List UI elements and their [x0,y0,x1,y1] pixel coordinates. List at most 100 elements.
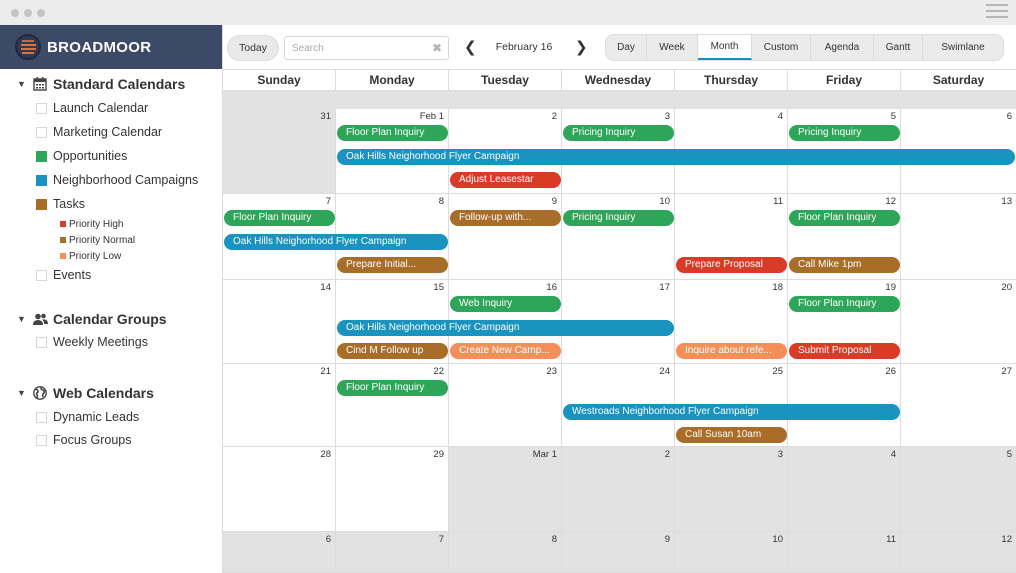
day-number[interactable]: 12 [885,196,896,207]
day-cell[interactable]: 7 [336,532,449,572]
day-number[interactable]: 5 [891,111,896,122]
day-number[interactable]: 23 [546,366,557,377]
day-cell[interactable]: 29 [336,447,449,531]
day-number[interactable]: 28 [320,449,331,460]
day-cell[interactable]: 6 [223,532,336,572]
day-cell[interactable]: 21 [223,364,336,446]
calendar-item-opportunities[interactable]: Opportunities [0,144,223,168]
day-cell[interactable]: 9 [449,194,562,279]
event-priority-normal[interactable]: Follow-up with... [450,210,561,226]
event-opportunities[interactable]: Web Inquiry [450,296,561,312]
checkbox[interactable] [36,411,47,423]
color-swatch[interactable] [36,150,47,162]
priority-item-priority-high[interactable]: Priority High [0,216,223,232]
event-opportunities[interactable]: Pricing Inquiry [563,210,674,226]
event-priority-normal[interactable]: Call Mike 1pm [789,257,900,273]
previous-icon[interactable]: ❮ [464,38,477,56]
event-opportunities[interactable]: Floor Plan Inquiry [789,210,900,226]
event-opportunities[interactable]: Pricing Inquiry [789,125,900,141]
day-number[interactable]: 14 [320,282,331,293]
day-number[interactable]: 2 [552,111,557,122]
event-opportunities[interactable]: Pricing Inquiry [563,125,674,141]
day-number[interactable]: 26 [885,366,896,377]
next-icon[interactable]: ❯ [575,38,588,56]
day-cell[interactable]: 10 [675,532,788,572]
day-number[interactable]: 7 [439,534,444,545]
event-priority-normal[interactable]: Cind M Follow up [337,343,448,359]
day-number[interactable]: 29 [433,449,444,460]
day-number[interactable]: Mar 1 [533,449,557,460]
day-number[interactable]: 3 [665,111,670,122]
view-tab-gantt[interactable]: Gantt [874,35,923,60]
view-tab-week[interactable]: Week [647,35,698,60]
event-opportunities[interactable]: Floor Plan Inquiry [224,210,335,226]
day-cell[interactable]: 22 [336,364,449,446]
event-opportunities[interactable]: Floor Plan Inquiry [337,380,448,396]
day-number[interactable]: Feb 1 [420,111,444,122]
day-cell[interactable]: 2 [562,447,675,531]
web-calendar-item-dynamic-leads[interactable]: Dynamic Leads [0,405,223,429]
event-campaigns[interactable]: Westroads Neighborhood Flyer Campaign [563,404,900,420]
day-cell[interactable]: 11 [788,532,901,572]
day-number[interactable]: 6 [1007,111,1012,122]
event-priority-low[interactable]: Create New Camp... [450,343,561,359]
day-cell[interactable]: 27 [901,364,1016,446]
day-cell[interactable]: 31 [223,109,336,193]
color-swatch[interactable] [36,198,47,210]
day-cell[interactable]: 10 [562,194,675,279]
day-number[interactable]: 13 [1001,196,1012,207]
day-number[interactable]: 4 [891,449,896,460]
collapse-caret-icon[interactable]: ▼ [17,314,27,324]
day-number[interactable]: 20 [1001,282,1012,293]
day-number[interactable]: 10 [772,534,783,545]
calendar-item-events[interactable]: Events [0,264,223,286]
day-number[interactable]: 16 [546,282,557,293]
window-dot-icon[interactable] [11,9,19,17]
search-input[interactable] [285,37,425,59]
day-number[interactable]: 10 [659,196,670,207]
day-number[interactable]: 9 [665,534,670,545]
day-cell[interactable]: 23 [449,364,562,446]
event-priority-normal[interactable]: Prepare Initial... [337,257,448,273]
day-cell[interactable]: 5 [901,447,1016,531]
day-cell[interactable]: 20 [901,280,1016,363]
event-opportunities[interactable]: Floor Plan Inquiry [337,125,448,141]
event-priority-low[interactable]: Inquire about refe... [676,343,787,359]
checkbox[interactable] [36,336,47,348]
day-cell[interactable]: 3 [675,447,788,531]
day-cell[interactable]: Mar 1 [449,447,562,531]
day-number[interactable]: 12 [1001,534,1012,545]
checkbox[interactable] [36,102,47,114]
view-tab-custom[interactable]: Custom [752,35,811,60]
event-priority-high[interactable]: Prepare Proposal [676,257,787,273]
event-priority-high[interactable]: Submit Proposal [789,343,900,359]
day-cell[interactable]: 9 [562,532,675,572]
window-dot-icon[interactable] [24,9,32,17]
priority-item-priority-normal[interactable]: Priority Normal [0,232,223,248]
day-number[interactable]: 2 [665,449,670,460]
event-opportunities[interactable]: Floor Plan Inquiry [789,296,900,312]
group-item-weekly-meetings[interactable]: Weekly Meetings [0,330,223,354]
color-swatch[interactable] [36,174,47,186]
collapse-caret-icon[interactable]: ▼ [17,388,27,398]
day-number[interactable]: 17 [659,282,670,293]
event-campaigns[interactable]: Oak Hills Neighorhood Flyer Campaign [224,234,448,250]
day-number[interactable]: 24 [659,366,670,377]
web-calendar-item-focus-groups[interactable]: Focus Groups [0,429,223,451]
day-number[interactable]: 19 [885,282,896,293]
day-number[interactable]: 27 [1001,366,1012,377]
day-number[interactable]: 11 [886,534,896,545]
day-number[interactable]: 31 [320,111,331,122]
event-campaigns[interactable]: Oak Hills Neighorhood Flyer Campaign [337,320,674,336]
event-campaigns[interactable]: Oak Hills Neighorhood Flyer Campaign [337,149,1015,165]
view-tab-swimlane[interactable]: Swimlane [923,35,1003,60]
day-cell[interactable]: 13 [901,194,1016,279]
day-number[interactable]: 8 [552,534,557,545]
day-number[interactable]: 4 [778,111,783,122]
day-number[interactable]: 9 [552,196,557,207]
day-number[interactable]: 5 [1007,449,1012,460]
view-tab-agenda[interactable]: Agenda [811,35,874,60]
view-tab-month[interactable]: Month [698,35,752,60]
day-number[interactable]: 21 [320,366,331,377]
day-number[interactable]: 8 [439,196,444,207]
